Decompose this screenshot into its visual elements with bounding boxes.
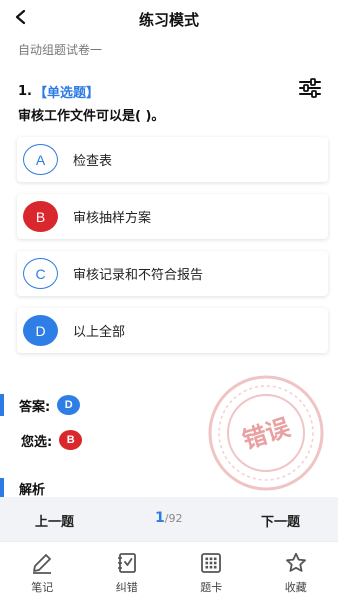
pager: 上一题 1/92 下一题	[0, 497, 338, 541]
header: 练习模式	[0, 0, 338, 36]
current-index: 1	[155, 510, 165, 526]
next-question-button[interactable]: 下一题	[261, 511, 300, 530]
tab-label: 收藏	[284, 581, 307, 594]
option-text: 检查表	[73, 154, 113, 169]
selected-badge: B	[59, 430, 83, 450]
tab-label: 笔记	[31, 581, 54, 594]
question-counter: 1/92	[155, 510, 182, 526]
option-d[interactable]: D 以上全部	[17, 308, 328, 353]
tab-answer-card[interactable]: 题卡	[169, 542, 254, 600]
question-header: 1. 【单选题】	[18, 82, 99, 101]
prev-question-button[interactable]: 上一题	[35, 511, 74, 530]
wrong-stamp: 错误	[206, 373, 326, 493]
question-text: 审核工作文件可以是( )。	[18, 109, 165, 124]
total-count: /92	[164, 512, 183, 525]
option-b[interactable]: B 审核抽样方案	[17, 194, 328, 239]
selected-label: 您选:	[21, 434, 53, 450]
stamp-text: 错误	[239, 413, 294, 455]
section-marker	[0, 478, 4, 498]
tab-notes[interactable]: 笔记	[0, 542, 85, 600]
pencil-icon	[33, 554, 52, 574]
question-type: 【单选题】	[33, 86, 99, 101]
option-a[interactable]: A 检查表	[17, 137, 328, 182]
answer-label: 答案:	[19, 399, 51, 415]
option-text: 审核抽样方案	[73, 211, 152, 226]
sliders-icon	[299, 78, 321, 98]
option-letter: C	[23, 258, 58, 289]
option-text: 以上全部	[73, 325, 126, 340]
paper-name: 自动组题试卷一	[18, 43, 103, 57]
analysis-heading: 解析	[0, 478, 45, 498]
option-letter: D	[23, 315, 58, 346]
section-marker	[0, 394, 4, 416]
option-text: 审核记录和不符合报告	[73, 268, 204, 283]
answer-badge: D	[57, 395, 81, 415]
tab-correction[interactable]: 纠错	[85, 542, 170, 600]
tab-label: 题卡	[200, 581, 223, 594]
tab-label: 纠错	[115, 581, 138, 594]
bottom-tabbar: 笔记 纠错 题卡 收藏	[0, 541, 338, 600]
page-title: 练习模式	[138, 11, 199, 29]
correction-icon	[117, 553, 136, 573]
option-letter: A	[23, 144, 58, 175]
selected-answer-row: 您选: B	[0, 428, 83, 452]
correct-answer-row: 答案: D	[0, 393, 81, 417]
answer-card-icon	[201, 553, 222, 573]
star-icon	[285, 552, 306, 572]
option-c[interactable]: C 审核记录和不符合报告	[17, 251, 328, 296]
option-letter: B	[23, 201, 58, 232]
tab-favorites[interactable]: 收藏	[254, 542, 338, 600]
analysis-label: 解析	[19, 482, 46, 498]
question-number: 1.	[18, 84, 32, 99]
settings-button[interactable]	[298, 77, 322, 99]
